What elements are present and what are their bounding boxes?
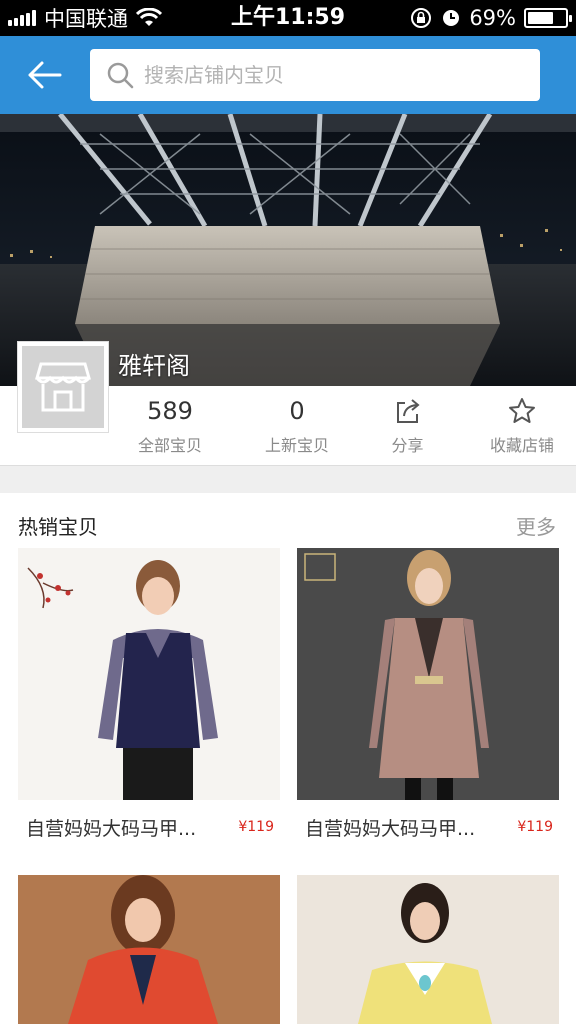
status-bar: 中国联通 上午11:59 69% — [0, 0, 576, 36]
favorite-shop-label: 收藏店铺 — [489, 436, 554, 455]
battery-percent: 69% — [469, 6, 516, 30]
search-bar[interactable] — [90, 49, 540, 101]
product-image — [297, 875, 559, 1024]
shop-avatar[interactable] — [17, 341, 109, 433]
stat-all-items-count: 589 — [147, 397, 193, 425]
product-image — [297, 548, 559, 800]
stat-all-items-label: 全部宝贝 — [137, 436, 202, 455]
product-image — [18, 875, 280, 1024]
product-title: 自营妈妈大码马甲... — [26, 817, 197, 840]
product-card[interactable]: 自营妈妈大码马甲... ¥119 — [297, 548, 559, 854]
search-input[interactable] — [144, 63, 524, 87]
search-icon — [107, 62, 134, 89]
stat-new-items-count: 0 — [289, 397, 305, 425]
back-arrow-icon[interactable] — [20, 54, 70, 96]
product-card[interactable] — [18, 875, 280, 1024]
more-link[interactable]: 更多 — [516, 511, 556, 540]
section-title: 热销宝贝 — [18, 515, 98, 539]
star-icon — [509, 398, 535, 423]
share-label: 分享 — [391, 436, 424, 455]
stat-new-items[interactable]: 0 上新宝贝 — [237, 386, 357, 466]
store-icon — [35, 362, 91, 412]
product-image — [18, 548, 280, 800]
stat-new-items-label: 上新宝贝 — [264, 436, 329, 455]
product-price: ¥119 — [517, 819, 553, 835]
top-bar — [0, 36, 576, 114]
product-card[interactable] — [297, 875, 559, 1024]
stat-all-items[interactable]: 589 全部宝贝 — [110, 386, 230, 466]
battery-icon — [524, 8, 572, 28]
product-card[interactable]: 自营妈妈大码马甲... ¥119 — [18, 548, 280, 854]
share-icon — [396, 399, 420, 423]
product-price: ¥119 — [238, 819, 274, 835]
product-title: 自营妈妈大码马甲... — [305, 817, 476, 840]
favorite-shop-button[interactable]: 收藏店铺 — [470, 386, 574, 466]
shop-name: 雅轩阁 — [118, 352, 190, 380]
rotation-lock-icon — [411, 8, 432, 28]
hot-items-section: 热销宝贝 更多 自营妈妈大码马甲... ¥119 自营妈妈大码马甲... ¥11… — [0, 493, 576, 1024]
share-button[interactable]: 分享 — [350, 386, 465, 466]
alarm-icon — [443, 10, 460, 26]
